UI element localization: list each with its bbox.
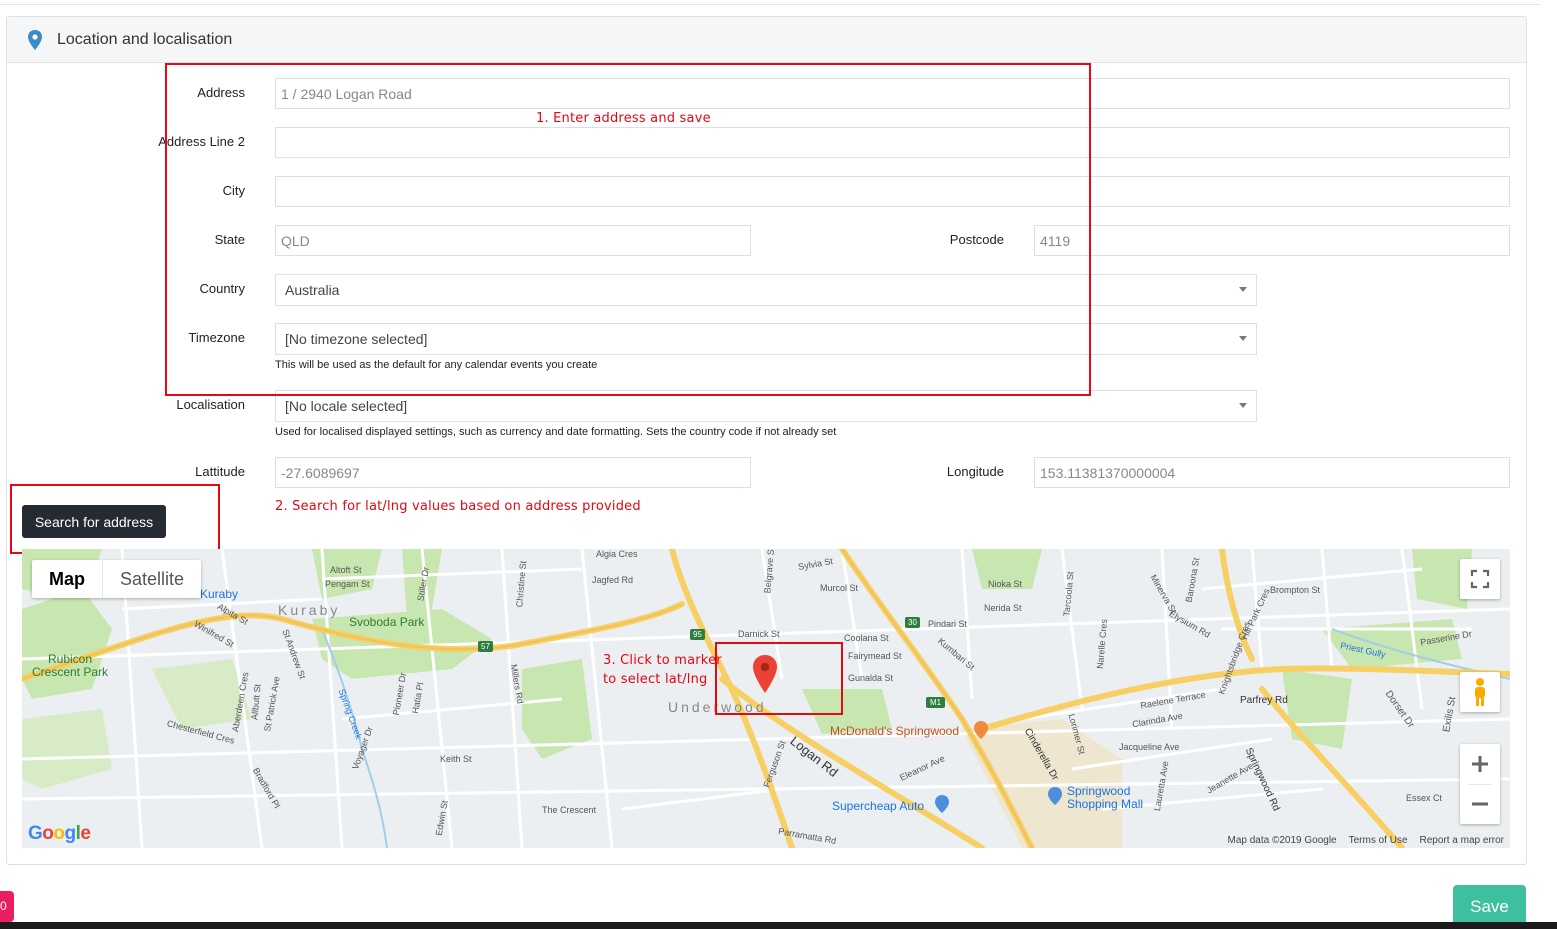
map-label-springwood-mall: Springwood Shopping Mall — [1067, 784, 1144, 811]
map-type-control: Map Satellite — [32, 560, 202, 598]
panel-header: Location and localisation — [7, 17, 1526, 63]
map-label-jacqueline-ave: Jacqueline Ave — [1119, 742, 1180, 752]
minus-icon — [1472, 802, 1488, 806]
map-label-murcol-st: Murcol St — [820, 583, 859, 593]
map-label-keith-st: Keith St — [440, 754, 472, 764]
map-type-map-button[interactable]: Map — [32, 560, 103, 598]
map-label-the-crescent: The Crescent — [542, 805, 597, 815]
map-label-kuraby: Kuraby — [278, 602, 341, 618]
map-label-fairymead-st: Fairymead St — [848, 651, 902, 661]
top-divider — [0, 4, 1540, 5]
route-shield-30: 30 — [905, 617, 920, 628]
map-label-jagfed-rd: Jagfed Rd — [592, 575, 634, 585]
map-label-brompton-st: Brompton St — [1270, 585, 1321, 595]
map-label-altoft-st: Altoft St — [330, 565, 362, 575]
report-map-error-link[interactable]: Report a map error — [1420, 835, 1504, 846]
map-type-satellite-button[interactable]: Satellite — [103, 560, 201, 598]
street-view-button[interactable] — [1460, 672, 1500, 712]
map-label-essex-ct: Essex Ct — [1406, 793, 1443, 803]
annotation-step1: 1. Enter address and save — [536, 111, 711, 126]
bottom-bar — [0, 922, 1557, 929]
annotation-box-marker — [715, 642, 843, 715]
mall-poi-icon — [1048, 787, 1062, 805]
map-label-nioka-st: Nioka St — [988, 579, 1023, 589]
panel-title: Location and localisation — [57, 31, 233, 48]
route-shield-57: 57 — [478, 641, 493, 652]
route-shield-95: 95 — [690, 629, 705, 640]
fullscreen-button[interactable] — [1460, 559, 1500, 599]
notification-badge[interactable]: 0 — [0, 891, 14, 922]
zoom-control — [1460, 744, 1500, 824]
map-attribution: Map data ©2019 Google Terms of Use Repor… — [1227, 835, 1504, 846]
map-label-mcdonalds: McDonald's Springwood — [830, 724, 960, 738]
latitude-input[interactable] — [275, 457, 751, 488]
chevron-down-icon — [1239, 336, 1247, 341]
map-label-kuraby-station: Kuraby — [200, 587, 239, 601]
map-label-rubicon-park: Rubicon Crescent Park — [31, 652, 109, 679]
google-logo: Google — [28, 823, 91, 844]
map-label-darnick-st: Darnick St — [738, 629, 780, 639]
map-label-algia-cres: Algia Cres — [596, 549, 638, 559]
map-label-svoboda-park: Svoboda Park — [349, 615, 425, 629]
pegman-icon — [1475, 678, 1485, 706]
shopping-poi-icon — [935, 795, 949, 813]
map-label-pindari-st: Pindari St — [928, 619, 968, 629]
annotation-step2: 2. Search for lat/lng values based on ad… — [275, 499, 641, 514]
location-pin-icon — [28, 30, 42, 50]
postcode-input[interactable] — [1034, 225, 1510, 256]
zoom-in-button[interactable] — [1460, 744, 1500, 784]
longitude-input[interactable] — [1034, 457, 1510, 488]
route-shield-m1: M1 — [926, 697, 946, 708]
map-label-coolana-st: Coolana St — [844, 633, 889, 643]
annotation-step3-line2: to select lat/lng — [603, 672, 708, 687]
terms-of-use-link[interactable]: Terms of Use — [1349, 835, 1408, 846]
chevron-down-icon — [1239, 287, 1247, 292]
longitude-label: Longitude — [946, 464, 1004, 479]
chevron-down-icon — [1239, 403, 1247, 408]
localisation-value: [No locale selected] — [285, 398, 408, 414]
map-label-parfrey-rd: Parfrey Rd — [1240, 695, 1288, 706]
annotation-step3-line1: 3. Click to marker — [603, 653, 722, 668]
zoom-out-button[interactable] — [1460, 784, 1500, 824]
fullscreen-icon — [1470, 569, 1490, 589]
map-data-text: Map data ©2019 Google — [1227, 835, 1337, 846]
map-label-nerida-st: Nerida St — [984, 603, 1022, 613]
plus-icon — [1472, 756, 1488, 772]
localisation-label: Localisation — [176, 397, 245, 412]
map-label-pengam-st: Pengam St — [325, 579, 370, 589]
restaurant-poi-icon — [974, 721, 988, 739]
map-label-supercheap: Supercheap Auto — [832, 799, 925, 813]
localisation-help: Used for localised displayed settings, s… — [275, 426, 837, 438]
latitude-label: Lattitude — [195, 464, 245, 479]
search-for-address-button[interactable]: Search for address — [22, 505, 166, 538]
map-label-gunalda-st: Gunalda St — [848, 673, 894, 683]
